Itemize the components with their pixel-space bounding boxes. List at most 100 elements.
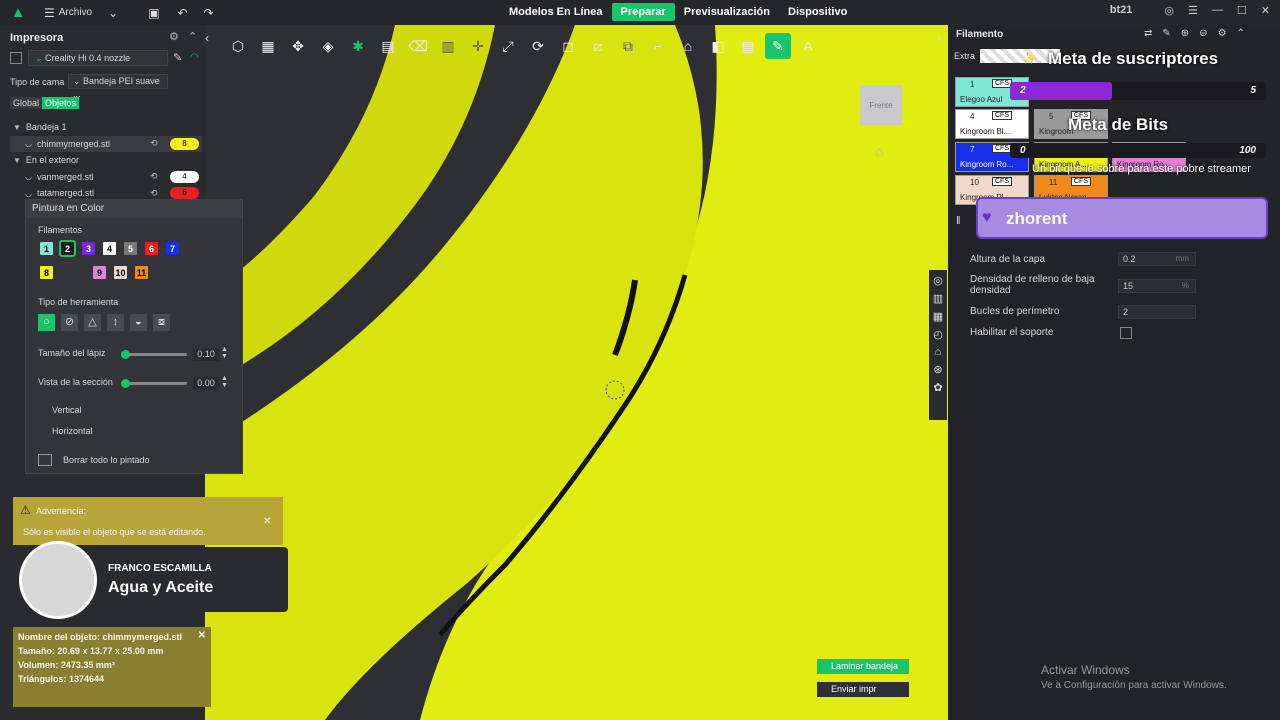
save-icon[interactable]: ▣ <box>148 6 159 20</box>
filament-badge[interactable]: 6 <box>170 187 199 200</box>
printer-select[interactable]: ⌄ Creality Hi 0.4 nozzle <box>28 50 168 66</box>
pen-size-value[interactable]: 0.10 <box>193 348 219 361</box>
plate-icon[interactable]: ▦ <box>255 33 281 59</box>
emboss-icon[interactable]: ▤ <box>735 33 761 59</box>
arrange-icon[interactable]: ✥ <box>285 33 311 59</box>
stepper-icon[interactable]: ▲ ▼ <box>221 346 228 360</box>
infill-density-input[interactable]: 15% <box>1118 279 1196 293</box>
tab-device[interactable]: Dispositivo <box>779 3 856 21</box>
edit-icon[interactable]: ✎ <box>173 51 182 64</box>
text-icon[interactable]: A <box>795 33 821 59</box>
gap-fill-icon[interactable]: ⧇ <box>153 314 170 331</box>
bed-select[interactable]: ⌄ Bandeja PEI suave ... <box>68 74 168 99</box>
clear-paint-button[interactable]: Borrar todo lo pintado <box>63 455 150 465</box>
maximize-icon[interactable]: ☐ <box>1237 4 1247 17</box>
grid-icon[interactable]: ▥ <box>435 33 461 59</box>
tab-prepare[interactable]: Preparar <box>611 3 675 21</box>
filament-swatch[interactable]: 11 <box>135 266 148 279</box>
tree-group[interactable]: ▼ En el exterior <box>10 152 202 169</box>
measure-icon[interactable]: ⌐ <box>645 33 671 59</box>
speed-icon[interactable]: ◴ <box>933 328 943 341</box>
multi-icon[interactable]: ✿ <box>933 381 942 394</box>
support-icon[interactable]: ⌂ <box>675 33 701 59</box>
filament-badge[interactable]: 4 <box>170 170 199 183</box>
3d-viewport[interactable]: Frente ⌂ ‹ › Laminar bandeja Enviar impr <box>205 25 948 720</box>
stepper-icon[interactable]: ▲ ▼ <box>221 375 228 389</box>
seam-icon[interactable]: ◧ <box>705 33 731 59</box>
scale-icon[interactable]: ⤢ <box>495 33 521 59</box>
expand-icon[interactable]: ▼ <box>13 156 21 165</box>
sync-icon[interactable]: ⇄ <box>1144 28 1152 39</box>
menu-icon[interactable]: ☰ <box>1188 4 1198 17</box>
tree-object-row[interactable]: ◡ chimmymerged.stl ⟲ 8 <box>10 135 202 152</box>
collapse-icon[interactable]: ⌃ <box>188 30 197 43</box>
file-menu[interactable]: ☰ Archivo <box>44 6 92 20</box>
filament-swatch[interactable]: 4 <box>103 242 116 255</box>
tree-object-row[interactable]: ◡ vanmerged.stl ⟲ 4 <box>10 169 202 186</box>
process-icon[interactable]: ‖ <box>956 215 961 227</box>
filament-swatch[interactable]: 5 <box>124 242 137 255</box>
orient-icon[interactable]: ◈ <box>315 33 341 59</box>
color-paint-icon[interactable]: ✎ <box>765 33 791 59</box>
support-icon[interactable]: ⌂ <box>935 346 942 358</box>
eraser-icon[interactable]: ⌫ <box>405 33 431 59</box>
minimize-icon[interactable]: — <box>1212 4 1223 17</box>
chevron-down-icon[interactable]: ⌄ <box>108 6 118 20</box>
section-view-slider[interactable] <box>121 379 187 388</box>
section-view-value[interactable]: 0.00 <box>193 377 219 390</box>
infill-icon[interactable]: ▦ <box>933 310 943 323</box>
circle-tool-icon[interactable]: ○ <box>38 314 55 331</box>
filament-swatch[interactable]: 7 <box>166 242 179 255</box>
strength-icon[interactable]: ▥ <box>933 292 943 305</box>
layer-height-input[interactable]: 0.2 mm <box>1118 252 1196 266</box>
cut-icon[interactable]: ⧄ <box>585 33 611 59</box>
eye-icon[interactable]: ◡ <box>25 189 32 198</box>
filament-swatch[interactable]: 10 <box>114 266 127 279</box>
fill-tool-icon[interactable]: ◒ <box>130 314 147 331</box>
cube-icon[interactable]: ◻ <box>555 33 581 59</box>
app-logo-icon[interactable]: ▲ <box>0 0 36 25</box>
slider-knob[interactable] <box>121 379 130 388</box>
filament-swatch[interactable]: 3 <box>82 242 95 255</box>
remove-icon[interactable]: ⊖ <box>1199 28 1207 39</box>
eye-icon[interactable]: ◡ <box>25 139 32 148</box>
paint-icon[interactable]: ⟲ <box>150 171 158 182</box>
tree-group[interactable]: ▼ Bandeja 1 <box>10 119 202 136</box>
tab-online-models[interactable]: Modelos En Línea <box>500 3 612 21</box>
layers-icon[interactable]: ▤ <box>375 33 401 59</box>
user-name[interactable]: bt21 <box>1110 4 1133 17</box>
add-icon[interactable]: ⊕ <box>1181 28 1189 39</box>
others-icon[interactable]: ⊛ <box>933 363 942 376</box>
home-icon[interactable]: ⌂ <box>875 143 883 159</box>
redo-icon[interactable]: ↷ <box>204 6 214 20</box>
settings-icon[interactable]: ⚙ <box>169 30 179 43</box>
triangle-tool-icon[interactable]: △ <box>84 314 101 331</box>
sphere-tool-icon[interactable]: ⊘ <box>61 314 78 331</box>
filament-swatch[interactable]: 8 <box>40 266 53 279</box>
close-icon[interactable]: ✕ <box>263 516 271 527</box>
filament-slot[interactable]: 4 CFS Kingroom Bl... <box>955 109 1029 139</box>
view-cube[interactable]: Frente <box>860 85 902 125</box>
filament-swatch[interactable]: 6 <box>145 242 158 255</box>
move-icon[interactable]: ✛ <box>465 33 491 59</box>
edit-icon[interactable]: ✎ <box>1162 28 1170 39</box>
settings-icon[interactable]: ⚙ <box>1218 28 1227 39</box>
tab-preview[interactable]: Previsualización <box>675 3 779 21</box>
collapse-icon[interactable]: ⌃ <box>1237 28 1245 39</box>
support-checkbox[interactable] <box>1120 327 1132 339</box>
close-icon[interactable]: ✕ <box>198 630 206 641</box>
paint-icon[interactable]: ⟲ <box>150 188 158 199</box>
auto-orient-icon[interactable]: ✱ <box>345 33 371 59</box>
add-object-icon[interactable]: ⬡ <box>225 33 251 59</box>
wifi-icon[interactable]: ◠ <box>190 52 199 63</box>
eye-icon[interactable]: ◡ <box>25 172 32 181</box>
filament-swatch[interactable]: 1 <box>40 242 53 255</box>
filament-swatch[interactable]: 2 <box>59 240 76 257</box>
filament-badge[interactable]: 8 <box>170 137 199 150</box>
slider-knob[interactable] <box>121 350 130 359</box>
wall-loops-input[interactable]: 2 <box>1118 305 1196 319</box>
height-range-icon[interactable]: ↕ <box>107 314 124 331</box>
filament-swatch[interactable]: 9 <box>93 266 106 279</box>
vertical-option[interactable]: Vertical <box>52 405 82 415</box>
pen-size-slider[interactable] <box>121 350 187 359</box>
